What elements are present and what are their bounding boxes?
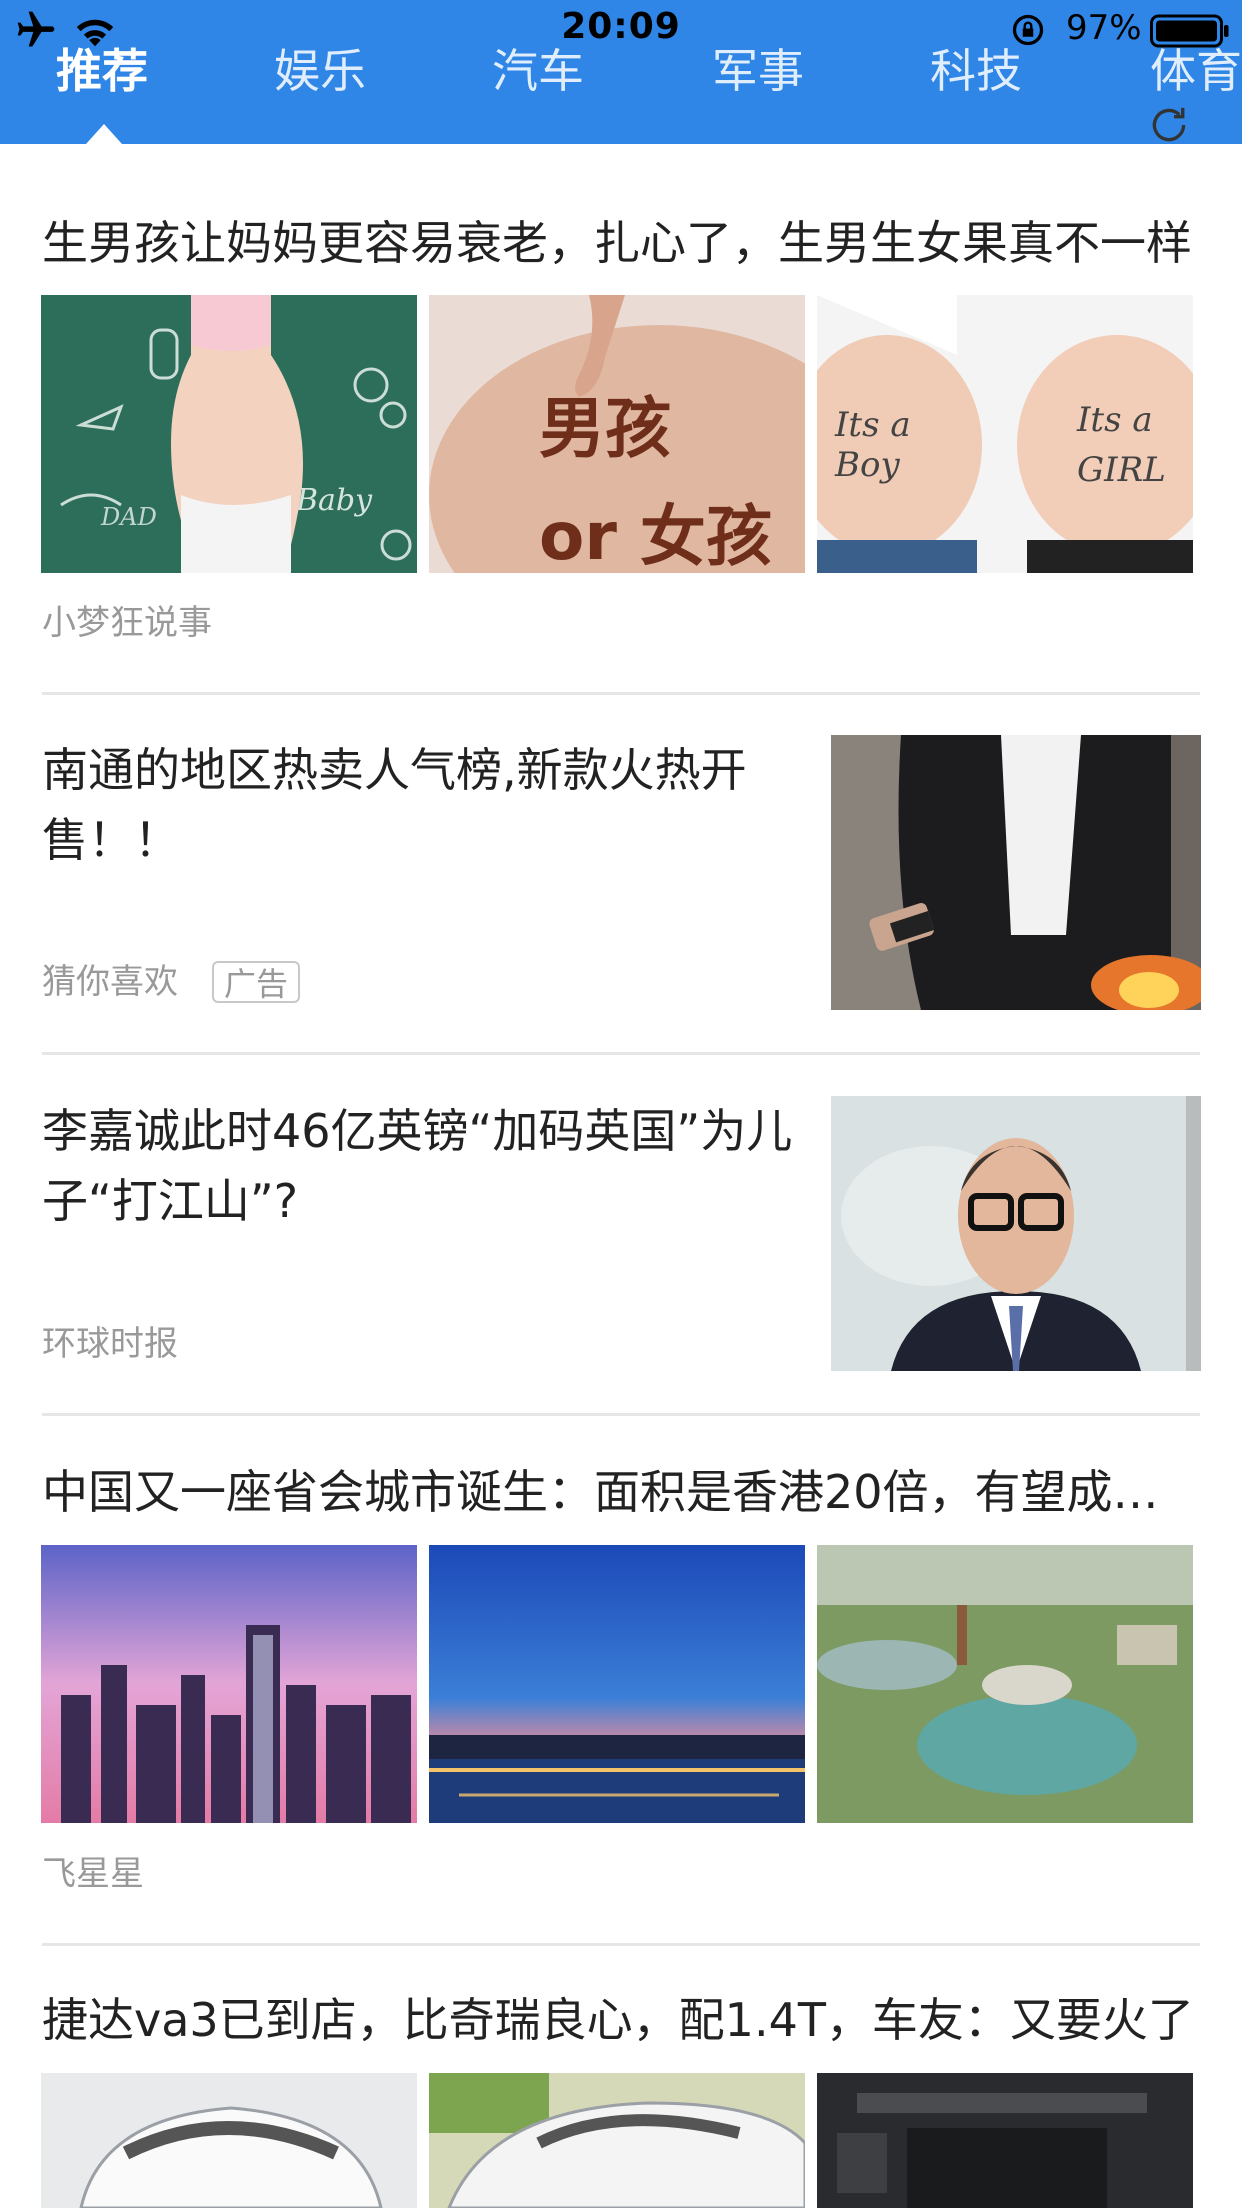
- divider: [42, 692, 1200, 695]
- image-caption-or-girl: or 女孩: [539, 498, 772, 573]
- tab-recommend[interactable]: 推荐: [56, 36, 148, 106]
- park-lake-aerial-photo[interactable]: [817, 1545, 1193, 1823]
- svg-text:Baby: Baby: [295, 483, 373, 518]
- tab-auto[interactable]: 汽车: [492, 36, 584, 106]
- divider: [42, 1052, 1200, 1055]
- svg-text:DAD: DAD: [100, 503, 157, 531]
- article-source: 环球时报: [42, 1324, 178, 1364]
- article-title[interactable]: 捷达va3已到店，比奇瑞良心，配1.4T，车友：又要火了: [42, 1985, 1200, 2055]
- portrait-photo[interactable]: [831, 1096, 1201, 1371]
- article-source: 小梦狂说事: [42, 603, 212, 643]
- tab-entertainment[interactable]: 娱乐: [274, 36, 366, 106]
- engine-bay-photo[interactable]: [817, 2073, 1193, 2208]
- city-night-bridge-photo[interactable]: [429, 1545, 805, 1823]
- divider: [42, 1413, 1200, 1416]
- article-title[interactable]: 生男孩让妈妈更容易衰老，扎心了，生男生女果真不一样: [42, 208, 1200, 278]
- article-source: 飞星星: [42, 1854, 144, 1894]
- tab-military[interactable]: 军事: [712, 36, 804, 106]
- category-tabs: 推荐 娱乐 汽车 军事 科技 体育: [0, 36, 1242, 106]
- divider: [42, 1943, 1200, 1946]
- its-a-boy-its-a-girl-photo[interactable]: Its a Boy Its a GIRL: [817, 295, 1193, 573]
- belly-writing-girl: Its a GIRL: [1077, 400, 1166, 490]
- boy-or-girl-photo[interactable]: 男孩 or 女孩: [429, 295, 805, 573]
- article-title[interactable]: 李嘉诚此时46亿英镑“加码英国”为儿子“打江山”?: [42, 1096, 802, 1236]
- image-caption-boy: 男孩: [539, 390, 671, 467]
- article-title[interactable]: 南通的地区热卖人气榜,新款火热开售！！: [42, 735, 802, 875]
- tab-sports[interactable]: 体育: [1150, 36, 1242, 106]
- active-tab-indicator: [86, 124, 122, 144]
- man-with-phone-photo[interactable]: [831, 735, 1201, 1010]
- pregnant-belly-photo[interactable]: Baby DAD: [41, 295, 417, 573]
- tab-tech[interactable]: 科技: [930, 36, 1022, 106]
- top-bar: 20:09 97% 推荐 娱乐 汽车 军事 科技 体育: [0, 0, 1242, 144]
- refresh-icon[interactable]: [1144, 100, 1194, 144]
- article-source: 猜你喜欢: [42, 962, 178, 1002]
- city-skyline-photo[interactable]: [41, 1545, 417, 1823]
- white-car-side-photo[interactable]: [429, 2073, 805, 2208]
- ad-badge: 广告: [212, 961, 301, 1003]
- belly-writing-boy: Its a Boy: [835, 405, 911, 485]
- article-title[interactable]: 中国又一座省会城市诞生：面积是香港20倍，有望成为下一个: [42, 1457, 1200, 1527]
- white-car-front-photo[interactable]: [41, 2073, 417, 2208]
